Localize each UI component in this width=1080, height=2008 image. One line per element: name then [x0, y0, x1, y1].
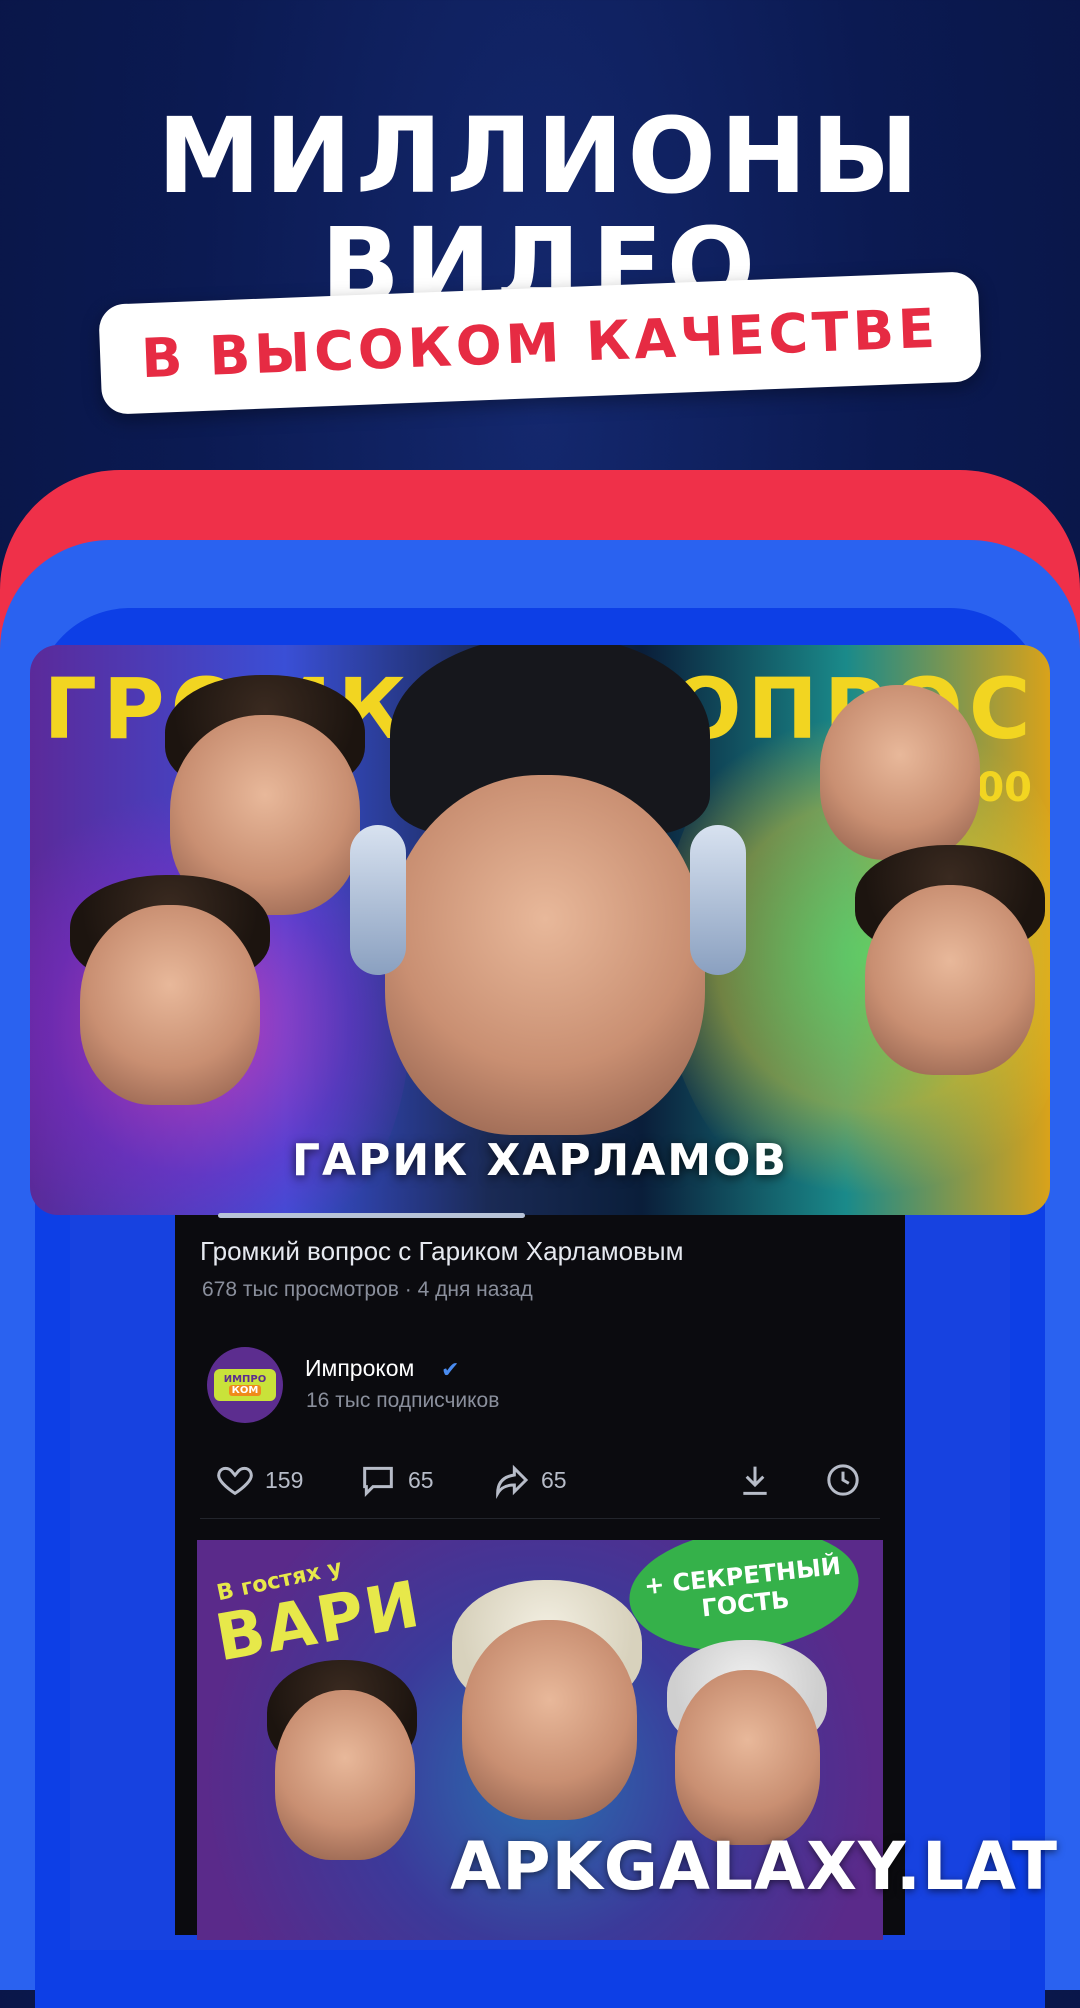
headphone-center-right: [690, 825, 746, 975]
video-thumbnail[interactable]: ГРОМКИЙ ВОПРОС ₽100 ГАРИК ХАРЛАМОВ: [30, 645, 1050, 1215]
headline-line-1: МИЛЛИОНЫ: [157, 95, 923, 217]
video-title[interactable]: Громкий вопрос с Гариком Харламовым: [200, 1236, 684, 1267]
channel-name[interactable]: Импроком: [305, 1355, 414, 1382]
download-button[interactable]: [735, 1460, 775, 1500]
video-actions: 159 65 65: [215, 1460, 875, 1500]
guest-left: [275, 1690, 415, 1860]
watermark: APKGALAXY.LAT: [450, 1828, 1058, 1905]
comment-icon: [363, 1466, 393, 1497]
quality-pill-text: В ВЫСОКОМ КАЧЕСТВЕ: [140, 296, 940, 390]
guest-right: [675, 1670, 820, 1845]
channel-logo-bottom: КОМ: [228, 1385, 262, 1396]
person-center: [385, 775, 705, 1135]
check-icon: ✔: [441, 1357, 460, 1382]
share-button[interactable]: 65: [491, 1460, 567, 1500]
channel-logo-top: ИМПРО: [223, 1374, 267, 1385]
channel-subscribers: 16 тыс подписчиков: [306, 1389, 500, 1412]
channel-logo: ИМПРО КОМ: [214, 1369, 276, 1401]
heart-icon: [217, 1466, 253, 1496]
guest-center: [462, 1620, 637, 1820]
clock-icon: [827, 1464, 859, 1496]
person-bottom-right: [865, 885, 1035, 1075]
video-meta: 678 тыс просмотров · 4 дня назад: [202, 1278, 533, 1301]
comment-button[interactable]: 65: [358, 1460, 434, 1500]
share-count: 65: [541, 1466, 567, 1493]
download-icon: [743, 1466, 767, 1495]
person-top-right: [820, 685, 980, 860]
next-video-logo: В гостях у ВАРИ: [210, 1555, 426, 1676]
like-button[interactable]: 159: [215, 1460, 303, 1500]
watch-later-button[interactable]: [823, 1460, 863, 1500]
share-icon: [496, 1464, 529, 1499]
actions-divider: [200, 1518, 880, 1519]
watch-progress-bar: [218, 1213, 525, 1218]
person-bottom-left: [80, 905, 260, 1105]
comment-count: 65: [408, 1466, 434, 1493]
thumbnail-caption: ГАРИК ХАРЛАМОВ: [292, 1135, 788, 1186]
channel-avatar[interactable]: ИМПРО КОМ: [207, 1347, 283, 1423]
like-count: 159: [265, 1466, 304, 1493]
headphone-center-left: [350, 825, 406, 975]
